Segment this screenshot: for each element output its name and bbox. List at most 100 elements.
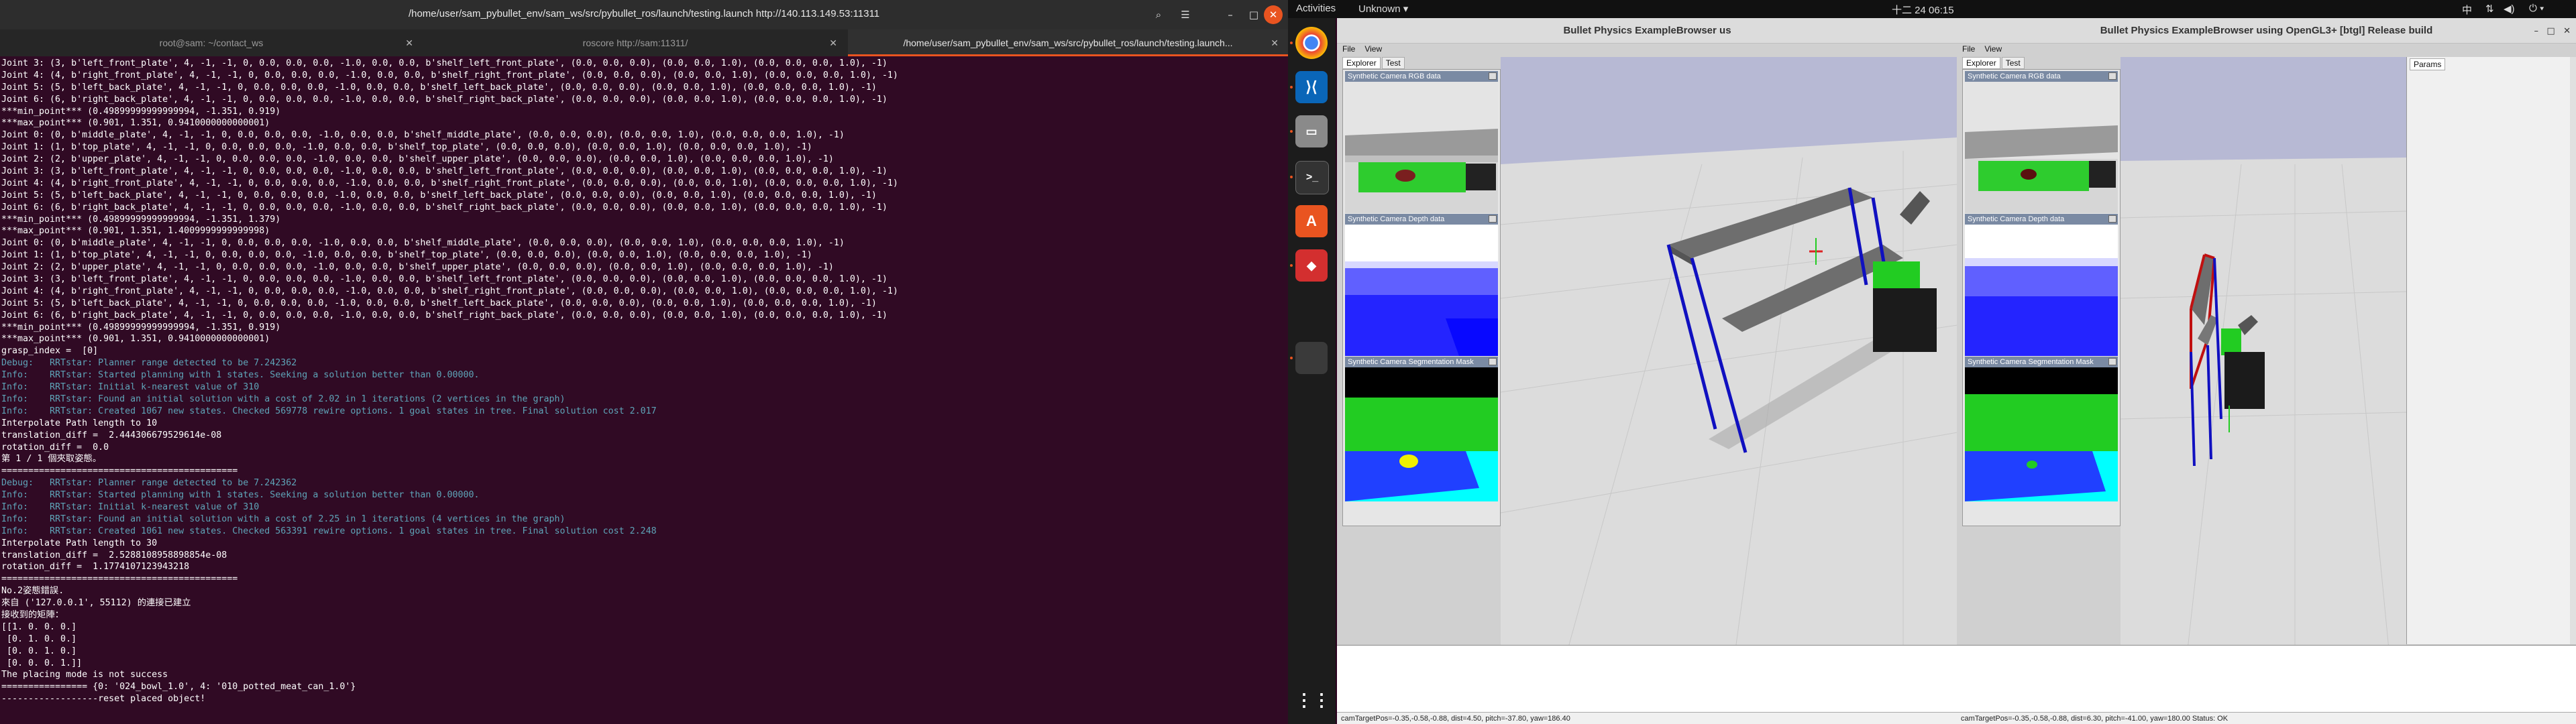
window-controls[interactable]: – □ ✕ (2534, 26, 2571, 36)
vscode-icon[interactable]: ⟩⟨ (1295, 71, 1328, 103)
terminal-line: Joint 5: (5, b'left_back_plate', 4, -1, … (1, 190, 877, 200)
tab-params[interactable]: Params (2410, 58, 2446, 70)
console-area[interactable] (1957, 645, 2576, 723)
terminal-line: ***max_point*** (0.901, 1.351, 1.4009999… (1, 226, 270, 237)
git-icon[interactable]: ◆ (1295, 249, 1328, 282)
terminal-line: Joint 5: (5, b'left_back_plate', 4, -1, … (1, 298, 877, 308)
close-tab-icon[interactable]: ✕ (1271, 29, 1279, 54)
menu-view[interactable]: View (1364, 44, 1382, 54)
close-icon[interactable] (2108, 215, 2116, 223)
terminal-line: Joint 4: (4, b'right_front_plate', 4, -1… (1, 70, 898, 80)
terminal-line: [0. 1. 0. 0.] (1, 634, 77, 644)
camera-rgb-label: Synthetic Camera RGB data (1348, 72, 1441, 80)
terminal-titlebar: /home/user/sam_pybullet_env/sam_ws/src/p… (0, 0, 1288, 30)
hamburger-menu-icon[interactable]: ☰ (1176, 5, 1195, 24)
close-icon[interactable] (2108, 358, 2116, 365)
terminal-line: Joint 0: (0, b'middle_plate', 4, -1, -1,… (1, 130, 845, 141)
camera-seg-image (1965, 367, 2118, 501)
terminal-line: rotation_diff = 1.1774107123943218 (1, 562, 190, 572)
terminal-line: Interpolate Path length to 10 (1, 418, 158, 428)
terminal-line: Info: RRTstar: Initial k-nearest value o… (1, 382, 260, 393)
menu-bar: File View (1962, 44, 2011, 54)
terminal-line: ================ {0: '024_bowl_1.0', 4: … (1, 682, 356, 692)
close-tab-icon[interactable]: ✕ (405, 29, 413, 56)
tab-test[interactable]: Test (1381, 57, 1405, 69)
activities-button[interactable]: Activities (1296, 3, 1336, 14)
clock[interactable]: 十二 24 06:15 (1892, 3, 1954, 17)
terminal-line: Info: RRTstar: Found an initial solution… (1, 394, 566, 404)
close-icon[interactable] (1489, 215, 1497, 223)
terminal-tab[interactable]: root@sam: ~/contact_ws ✕ (0, 29, 423, 56)
close-icon[interactable] (1489, 358, 1497, 365)
terminal-line: [0. 0. 0. 1.]] (1, 658, 83, 668)
scrollbar[interactable] (2570, 57, 2576, 644)
close-tab-icon[interactable]: ✕ (829, 29, 837, 56)
close-icon[interactable]: ✕ (1264, 5, 1283, 24)
terminal-line: Info: RRTstar: Started planning with 1 s… (1, 490, 480, 501)
bullet-app-icon[interactable] (1295, 342, 1328, 374)
terminal-line: Joint 6: (6, b'right_back_plate', 4, -1,… (1, 94, 888, 105)
show-applications-icon[interactable]: ⋮⋮ (1295, 684, 1330, 716)
explorer-panel: Synthetic Camera RGB data Synthetic Came… (1962, 69, 2121, 526)
window-title: Bullet Physics ExampleBrowser using Open… (1957, 18, 2576, 44)
3d-scene-viewport[interactable] (2121, 57, 2406, 650)
tab-explorer[interactable]: Explorer (1342, 57, 1381, 69)
volume-icon[interactable]: ◀) (2504, 3, 2515, 15)
camera-rgb-label: Synthetic Camera RGB data (1968, 72, 2061, 80)
tab-test[interactable]: Test (2001, 57, 2025, 69)
terminal-line: Joint 1: (1, b'top_plate', 4, -1, -1, 0,… (1, 142, 812, 153)
close-icon[interactable] (2108, 72, 2116, 80)
terminal-line: 第 1 / 1 個夾取姿態。 (1, 454, 102, 465)
terminal-line: Joint 6: (6, b'right_back_plate', 4, -1,… (1, 310, 888, 320)
terminal-line: Joint 4: (4, b'right_front_plate', 4, -1… (1, 178, 898, 188)
terminal-line: ***min_point*** (0.49899999999999994, -1… (1, 322, 281, 333)
chrome-icon[interactable] (1295, 27, 1328, 59)
software-store-icon[interactable]: A (1295, 205, 1328, 237)
terminal-title: /home/user/sam_pybullet_env/sam_ws/src/p… (408, 8, 880, 19)
terminal-line: [[1. 0. 0. 0.] (1, 621, 77, 632)
status-bar: camTargetPos=-0.35,-0.58,-0.88, dist=6.3… (1957, 712, 2576, 724)
tab-explorer[interactable]: Explorer (1962, 57, 2000, 69)
terminal-line: Info: RRTstar: Created 1067 new states. … (1, 406, 657, 416)
search-icon[interactable]: ⌕ (1149, 5, 1168, 24)
terminal-icon[interactable]: >_ (1295, 161, 1329, 194)
files-icon[interactable]: ▭ (1295, 115, 1328, 147)
terminal-line: Interpolate Path length to 30 (1, 538, 158, 548)
maximize-icon[interactable]: □ (1244, 5, 1263, 24)
3d-scene-viewport[interactable] (1501, 57, 1957, 650)
console-area[interactable] (1337, 645, 1957, 723)
menu-file[interactable]: File (1342, 44, 1355, 54)
close-icon[interactable] (1489, 72, 1497, 80)
terminal-line: Joint 3: (3, b'left_front_plate', 4, -1,… (1, 58, 888, 68)
terminal-line: Joint 4: (4, b'right_front_plate', 4, -1… (1, 286, 898, 296)
input-method-indicator[interactable]: 中 (2462, 3, 2472, 17)
camera-depth-label: Synthetic Camera Depth data (1968, 215, 2065, 223)
terminal-line: translation_diff = 2.444306679529614e-08 (1, 430, 222, 440)
explorer-panel: Synthetic Camera RGB data Synthetic Came… (1342, 69, 1501, 526)
menu-file[interactable]: File (1962, 44, 1975, 54)
network-icon[interactable]: ⇅ (2485, 3, 2494, 15)
camera-depth-label: Synthetic Camera Depth data (1348, 215, 1445, 223)
terminal-line: ***max_point*** (0.901, 1.351, 0.9410000… (1, 118, 270, 129)
power-icon[interactable]: ⏻ ▾ (2529, 3, 2544, 14)
terminal-tab[interactable]: roscore http://sam:11311/ ✕ (424, 29, 847, 56)
terminal-line: Joint 3: (3, b'left_front_plate', 4, -1,… (1, 166, 888, 177)
app-menu[interactable]: Unknown ▾ (1358, 3, 1408, 15)
terminal-line: translation_diff = 2.5288108958898854e-0… (1, 550, 227, 560)
terminal-line: Info: RRTstar: Started planning with 1 s… (1, 370, 480, 381)
tab-label: roscore http://sam:11311/ (582, 38, 688, 48)
menu-bar: File View (1342, 44, 1391, 54)
terminal-line: Joint 5: (5, b'left_back_plate', 4, -1, … (1, 82, 877, 93)
terminal-tab-active[interactable]: /home/user/sam_pybullet_env/sam_ws/src/p… (848, 29, 1288, 56)
camera-rgb-title: Synthetic Camera RGB data (1965, 71, 2118, 82)
minimize-icon[interactable]: – (1221, 5, 1240, 24)
terminal-output[interactable]: Joint 3: (3, b'left_front_plate', 4, -1,… (1, 58, 1283, 721)
terminal-tab-bar: root@sam: ~/contact_ws ✕ roscore http://s… (0, 29, 1288, 56)
bullet-window-right: Bullet Physics ExampleBrowser using Open… (1957, 18, 2576, 724)
camera-depth-title: Synthetic Camera Depth data (1345, 214, 1498, 225)
params-panel: Params (2406, 57, 2576, 644)
explorer-tabs: Explorer Test (1962, 57, 2026, 69)
terminal-line: ------------------reset placed object! (1, 694, 206, 705)
menu-view[interactable]: View (1984, 44, 2002, 54)
camera-depth-title: Synthetic Camera Depth data (1965, 214, 2118, 225)
